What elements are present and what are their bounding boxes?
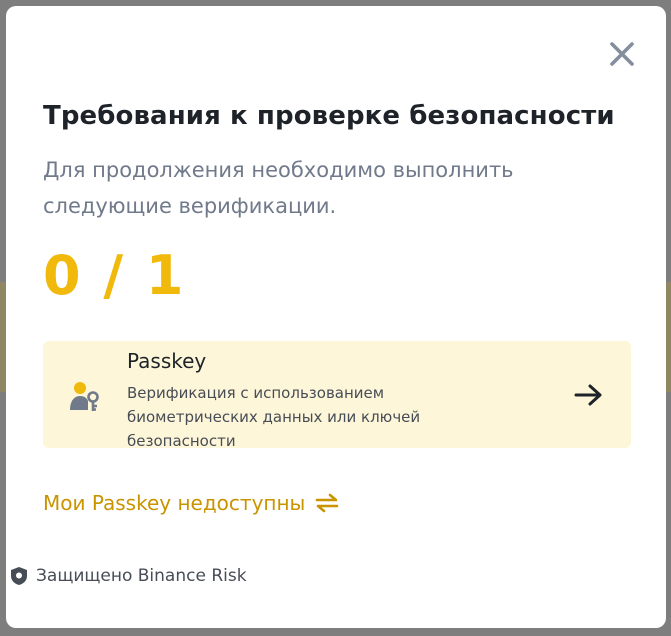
close-icon <box>610 42 634 66</box>
passkey-description: Верификация с использованием биометричес… <box>127 384 421 450</box>
footer-label: Защищено Binance Risk <box>36 566 247 586</box>
arrow-right-icon <box>574 384 602 406</box>
verification-progress: 0 / 1 <box>43 244 186 307</box>
modal-title: Требования к проверке безопасности <box>43 101 615 131</box>
security-verification-modal: Требования к проверке безопасности Для п… <box>6 6 666 628</box>
close-button[interactable] <box>604 36 640 72</box>
swap-arrows-icon <box>316 493 339 513</box>
passkey-title: Passkey <box>127 349 207 373</box>
footer-protection: Защищено Binance Risk <box>10 566 247 586</box>
passkey-option[interactable]: Passkey Верификация с использованием био… <box>43 341 631 450</box>
shield-icon <box>11 567 27 585</box>
user-key-icon <box>70 382 99 411</box>
passkey-unavailable-link[interactable]: Мои Passkey недоступны <box>43 491 339 515</box>
passkey-unavailable-label: Мои Passkey недоступны <box>43 491 306 515</box>
modal-subtitle: Для продолжения необходимо выполнить сле… <box>43 158 514 218</box>
